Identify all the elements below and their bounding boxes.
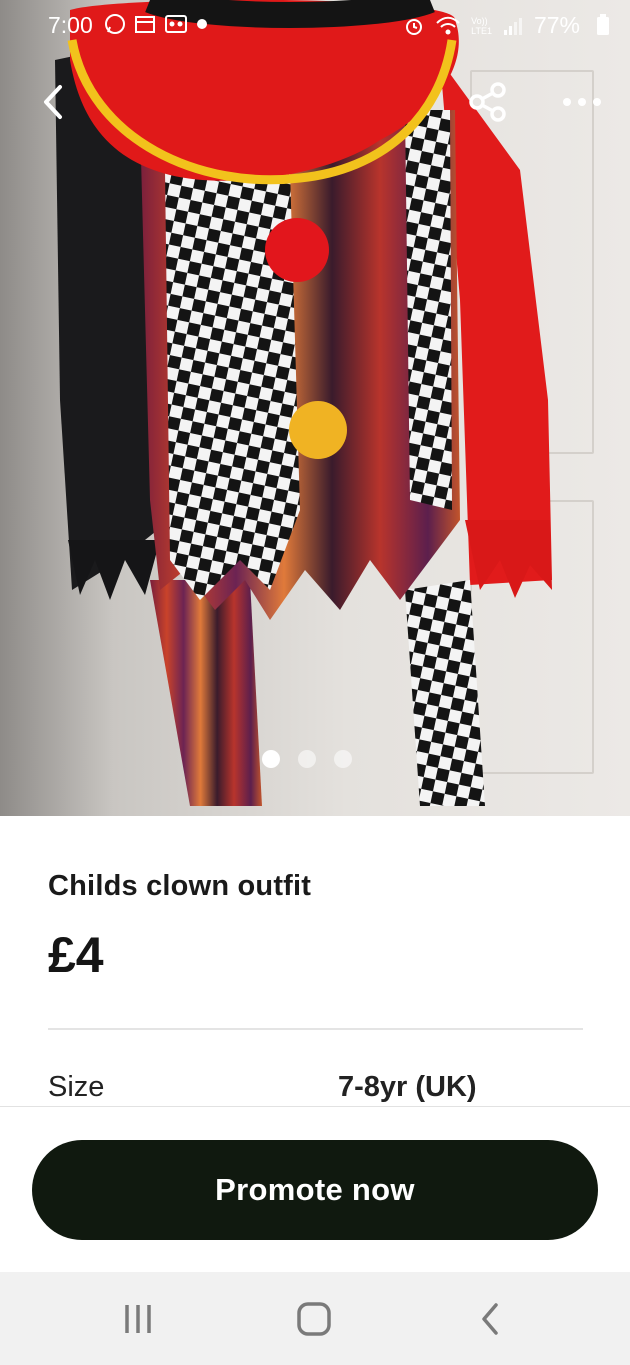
divider [48, 1028, 583, 1030]
back-button[interactable] [30, 78, 78, 126]
recents-button[interactable] [108, 1292, 168, 1346]
listing-price: £4 [48, 927, 104, 983]
network-label-top: Vo)) [471, 15, 488, 26]
status-bar: 7:00 Vo)) LTE1 77% [0, 0, 630, 52]
pager-dot-active[interactable] [262, 750, 280, 768]
system-navigation-bar [0, 1272, 630, 1365]
pager-dot[interactable] [298, 750, 316, 768]
network-label-bottom: LTE1 [471, 25, 492, 36]
battery-percent: 77% [533, 12, 580, 38]
volte-icon: Vo)) LTE1 [471, 16, 492, 36]
listing-title: Childs clown outfit [48, 870, 312, 902]
voicemail-icon [165, 15, 187, 33]
alarm-icon [406, 18, 423, 35]
share-button[interactable] [464, 78, 512, 126]
system-status-icons: Vo)) LTE1 77% [403, 12, 580, 39]
image-pager [0, 750, 622, 768]
battery-icon [597, 14, 609, 35]
more-horizontal-icon [563, 98, 601, 106]
calendar-icon [135, 16, 155, 33]
listing-photo[interactable] [0, 0, 630, 816]
system-back-button[interactable] [460, 1292, 520, 1346]
notification-icons [104, 13, 208, 35]
bottom-action-bar: Promote now [0, 1106, 630, 1273]
chevron-left-icon [44, 85, 62, 119]
signal-icon [503, 17, 522, 35]
back-icon [482, 1303, 498, 1335]
pager-dot[interactable] [334, 750, 352, 768]
home-icon [297, 1302, 331, 1336]
whatsapp-icon [105, 14, 125, 34]
clown-costume-image [55, 0, 552, 806]
attribute-label-size: Size [48, 1071, 105, 1103]
attribute-value-size: 7-8yr (UK) [338, 1071, 477, 1103]
recents-icon [125, 1305, 151, 1333]
share-icon [469, 82, 506, 122]
status-time: 7:00 [48, 12, 93, 38]
home-button[interactable] [284, 1292, 344, 1346]
wifi-icon [436, 16, 460, 34]
promote-now-button[interactable]: Promote now [32, 1140, 598, 1240]
dot-icon [197, 19, 207, 29]
more-options-button[interactable] [558, 78, 606, 126]
